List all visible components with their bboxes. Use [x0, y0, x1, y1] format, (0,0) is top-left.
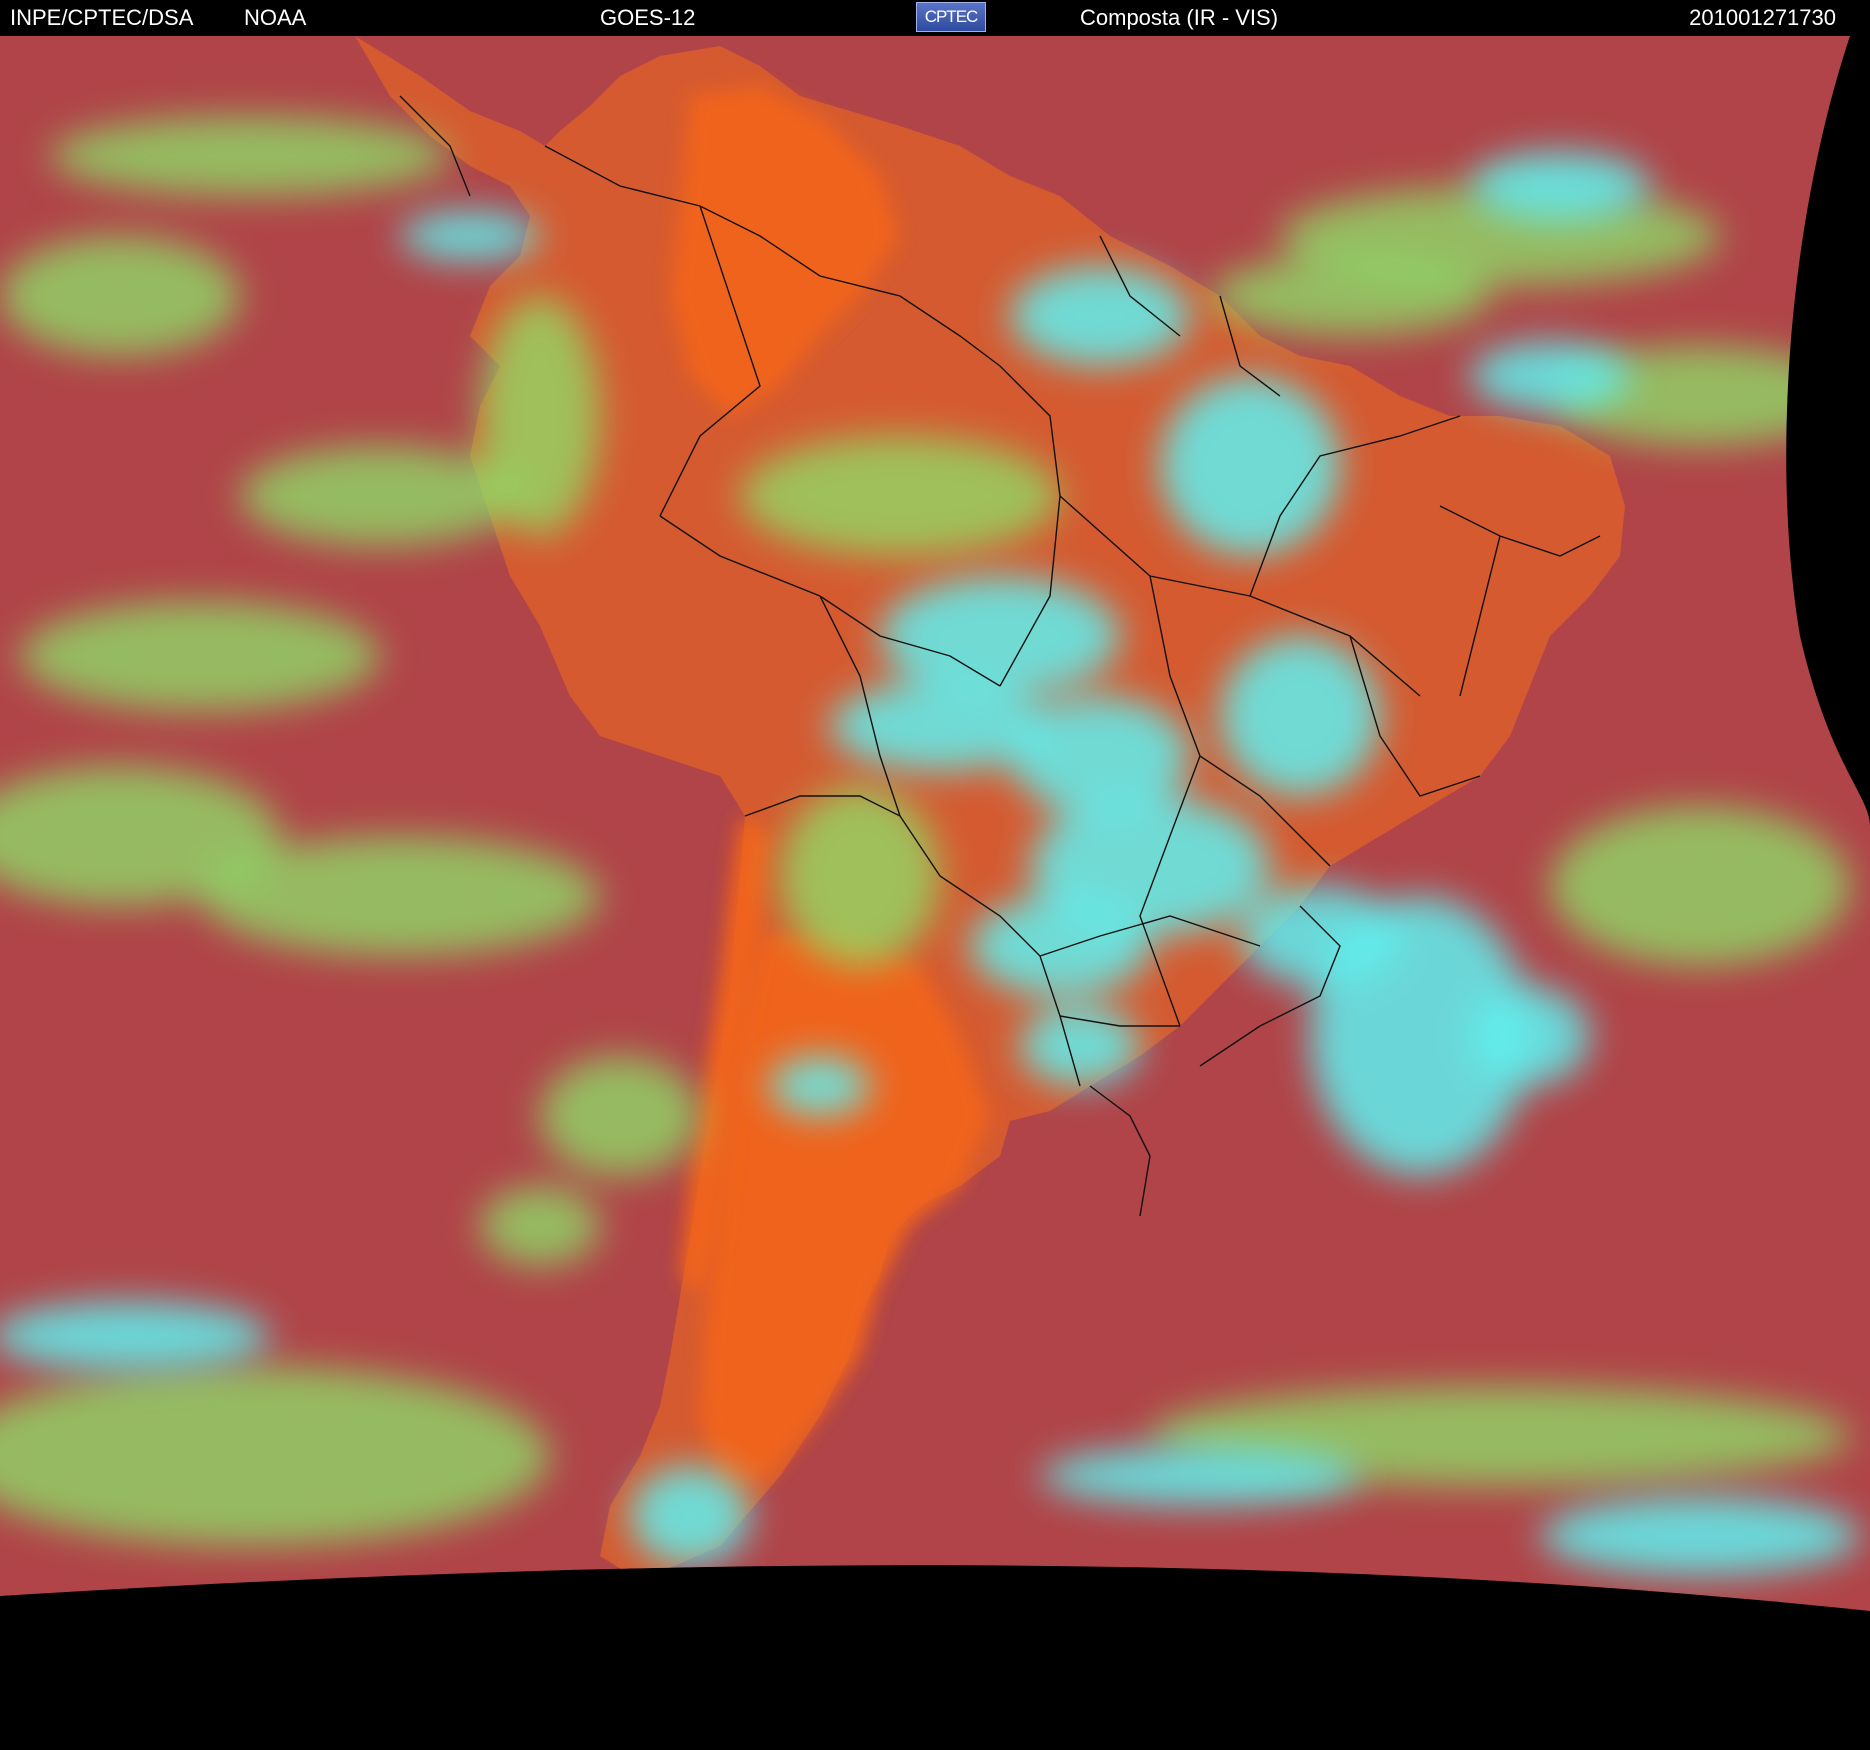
product-label: Composta (IR - VIS) — [1080, 5, 1279, 30]
map-canvas — [0, 36, 1870, 1750]
cptec-logo-text: CPTEC — [924, 7, 979, 26]
satellite-image-viewer: INPE/CPTEC/DSA NOAA GOES-12 CPTEC Compos… — [0, 0, 1870, 1750]
image-header-bar: INPE/CPTEC/DSA NOAA GOES-12 CPTEC Compos… — [0, 0, 1870, 36]
agency-label: NOAA — [244, 5, 307, 30]
satellite-composite-image — [0, 36, 1870, 1750]
cptec-logo: CPTEC — [916, 2, 986, 32]
scan-area — [0, 36, 1870, 1611]
satellite-label: GOES-12 — [600, 5, 696, 30]
organization-label: INPE/CPTEC/DSA — [10, 5, 194, 30]
timestamp-label: 201001271730 — [1689, 5, 1836, 30]
